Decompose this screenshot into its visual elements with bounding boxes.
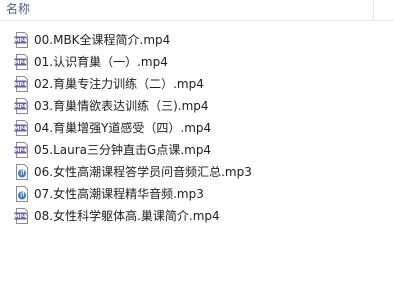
audio-file-icon (14, 164, 30, 180)
file-item[interactable]: 06.女性高潮课程答学员问音频汇总.mp3 (0, 161, 394, 183)
file-item[interactable]: MP4 08.女性科学躯体高.巢课简介.mp4 (0, 205, 394, 227)
file-item[interactable]: MP4 02.育巢专注力训练（二）.mp4 (0, 73, 394, 95)
file-name: 00.MBK全课程简介.mp4 (34, 33, 171, 47)
svg-text:MP4: MP4 (14, 148, 27, 154)
svg-text:MP4: MP4 (14, 104, 27, 110)
video-file-icon: MP4 (14, 98, 30, 114)
column-divider[interactable] (373, 0, 374, 20)
name-column-header[interactable]: 名称 (6, 2, 30, 16)
file-item[interactable]: MP4 04.育巢增强Y道感受（四）.mp4 (0, 117, 394, 139)
svg-text:MP4: MP4 (14, 60, 27, 66)
file-name: 04.育巢增强Y道感受（四）.mp4 (34, 121, 212, 135)
video-file-icon: MP4 (14, 208, 30, 224)
file-item[interactable]: 07.女性高潮课程精华音频.mp3 (0, 183, 394, 205)
svg-text:MP4: MP4 (14, 214, 27, 220)
video-file-icon: MP4 (14, 142, 30, 158)
file-item[interactable]: MP4 03.育巢情欲表达训练（三).mp4 (0, 95, 394, 117)
svg-text:MP4: MP4 (14, 82, 27, 88)
video-file-icon: MP4 (14, 32, 30, 48)
file-item[interactable]: MP4 00.MBK全课程简介.mp4 (0, 29, 394, 51)
video-file-icon: MP4 (14, 54, 30, 70)
file-name: 07.女性高潮课程精华音频.mp3 (34, 187, 204, 201)
file-list: MP4 00.MBK全课程简介.mp4 MP4 01.认识育巢（一）.mp4 MP4 02… (0, 29, 394, 227)
file-name: 05.Laura三分钟直击G点课.mp4 (34, 143, 212, 157)
video-file-icon: MP4 (14, 120, 30, 136)
file-item[interactable]: MP4 01.认识育巢（一）.mp4 (0, 51, 394, 73)
video-file-icon: MP4 (14, 76, 30, 92)
file-name: 02.育巢专注力训练（二）.mp4 (34, 77, 204, 91)
audio-file-icon (14, 186, 30, 202)
svg-text:MP4: MP4 (14, 126, 27, 132)
file-name: 08.女性科学躯体高.巢课简介.mp4 (34, 209, 220, 223)
column-header-bar: 名称 (0, 0, 394, 21)
file-name: 06.女性高潮课程答学员问音频汇总.mp3 (34, 165, 252, 179)
file-name: 03.育巢情欲表达训练（三).mp4 (34, 99, 209, 113)
file-name: 01.认识育巢（一）.mp4 (34, 55, 168, 69)
svg-text:MP4: MP4 (14, 38, 27, 44)
file-item[interactable]: MP4 05.Laura三分钟直击G点课.mp4 (0, 139, 394, 161)
